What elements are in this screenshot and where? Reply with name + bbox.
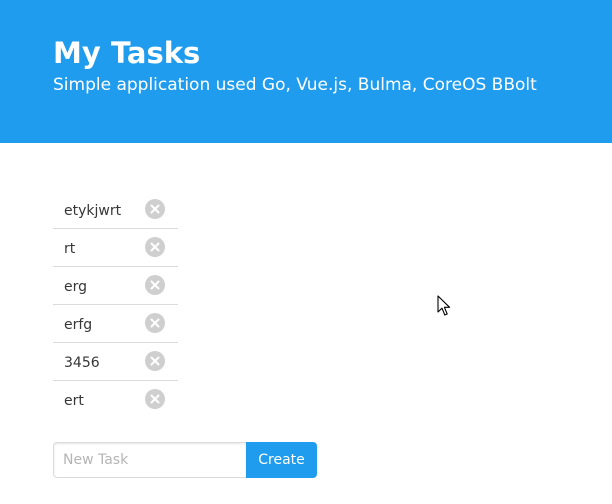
task-item: rt	[53, 229, 178, 267]
delete-task-button[interactable]	[145, 199, 165, 219]
header-banner: My Tasks Simple application used Go, Vue…	[0, 0, 612, 143]
task-item: etykjwrt	[53, 191, 178, 229]
page-subtitle: Simple application used Go, Vue.js, Bulm…	[53, 75, 537, 95]
close-icon	[150, 242, 160, 252]
task-label: erg	[64, 279, 88, 295]
close-icon	[150, 394, 160, 404]
delete-task-button[interactable]	[145, 389, 165, 409]
close-icon	[150, 318, 160, 328]
close-icon	[150, 280, 160, 290]
task-item: erg	[53, 267, 178, 305]
task-label: ert	[64, 393, 84, 409]
page-title: My Tasks	[53, 36, 201, 70]
task-label: erfg	[64, 317, 93, 333]
task-list: etykjwrt rt erg erfg 3456 ert	[53, 191, 178, 418]
task-item: ert	[53, 381, 178, 418]
delete-task-button[interactable]	[145, 237, 165, 257]
delete-task-button[interactable]	[145, 275, 165, 295]
close-icon	[150, 204, 160, 214]
new-task-input[interactable]	[53, 442, 246, 478]
delete-task-button[interactable]	[145, 351, 165, 371]
mouse-pointer-icon	[437, 295, 451, 316]
close-icon	[150, 356, 160, 366]
task-label: rt	[64, 241, 76, 257]
create-button[interactable]: Create	[246, 442, 317, 478]
task-item: 3456	[53, 343, 178, 381]
delete-task-button[interactable]	[145, 313, 165, 333]
task-item: erfg	[53, 305, 178, 343]
task-label: 3456	[64, 355, 100, 371]
task-label: etykjwrt	[64, 203, 122, 219]
